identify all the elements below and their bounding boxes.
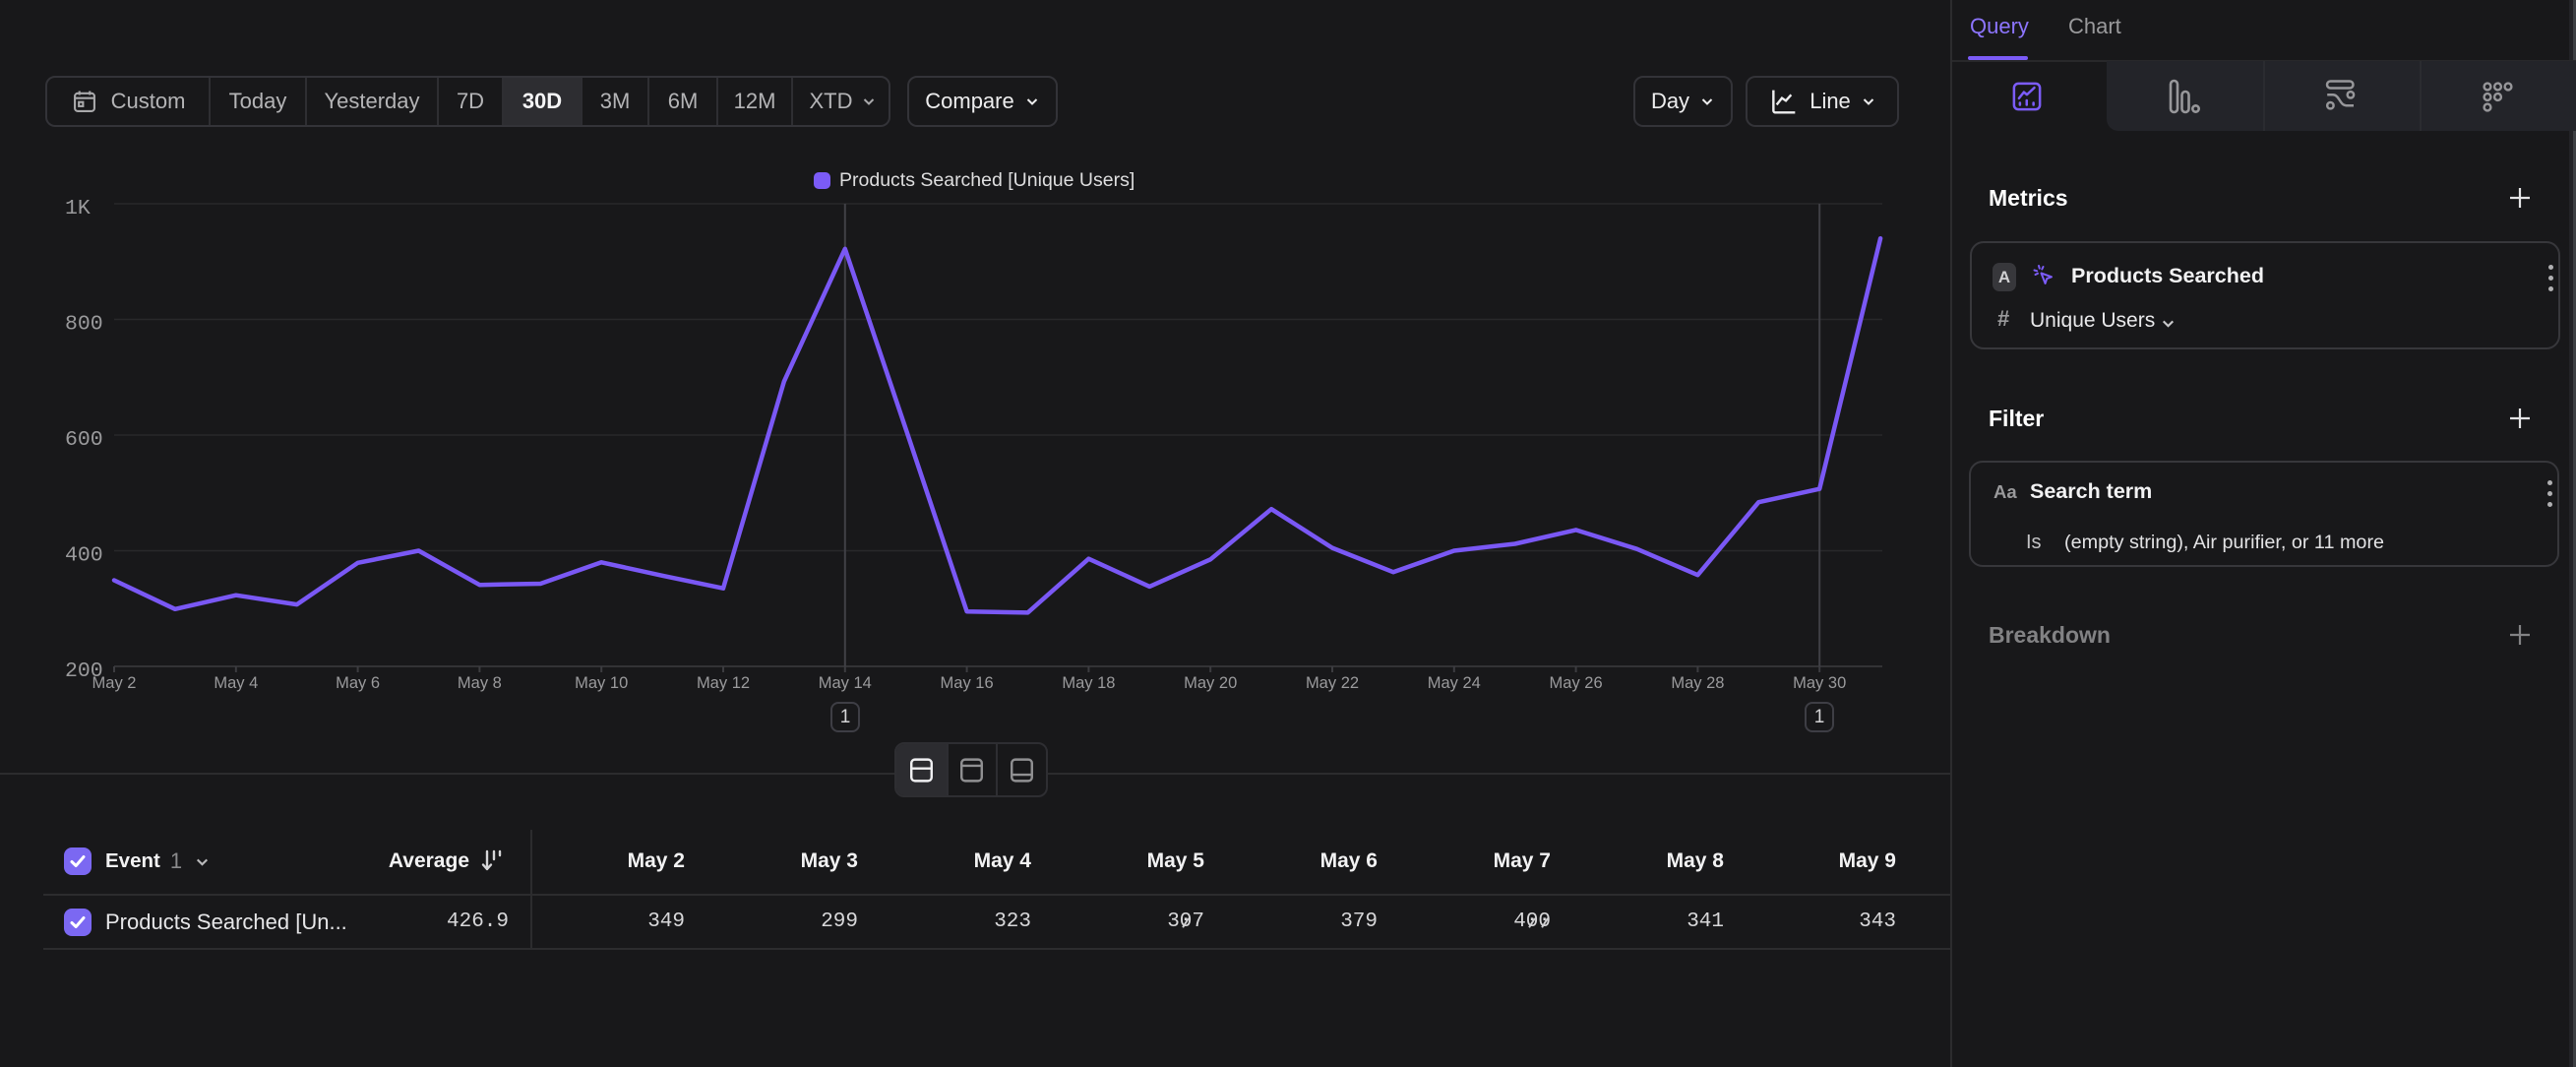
- svg-text:May 26: May 26: [1550, 674, 1603, 692]
- svg-text:May 20: May 20: [1184, 674, 1237, 692]
- svg-text:600: 600: [65, 428, 103, 452]
- svg-text:May 2: May 2: [92, 674, 137, 692]
- svg-text:May 24: May 24: [1428, 674, 1481, 692]
- svg-text:May 16: May 16: [941, 674, 994, 692]
- svg-text:400: 400: [65, 544, 103, 568]
- svg-text:May 30: May 30: [1793, 674, 1846, 692]
- svg-text:1K: 1K: [65, 197, 91, 220]
- svg-text:800: 800: [65, 313, 103, 337]
- svg-text:May 18: May 18: [1062, 674, 1115, 692]
- svg-text:May 22: May 22: [1306, 674, 1359, 692]
- svg-text:May 14: May 14: [819, 674, 872, 692]
- svg-text:May 8: May 8: [458, 674, 502, 692]
- svg-text:May 12: May 12: [697, 674, 750, 692]
- svg-text:May 4: May 4: [214, 674, 258, 692]
- svg-text:May 10: May 10: [575, 674, 628, 692]
- svg-text:May 28: May 28: [1671, 674, 1724, 692]
- svg-text:May 6: May 6: [336, 674, 380, 692]
